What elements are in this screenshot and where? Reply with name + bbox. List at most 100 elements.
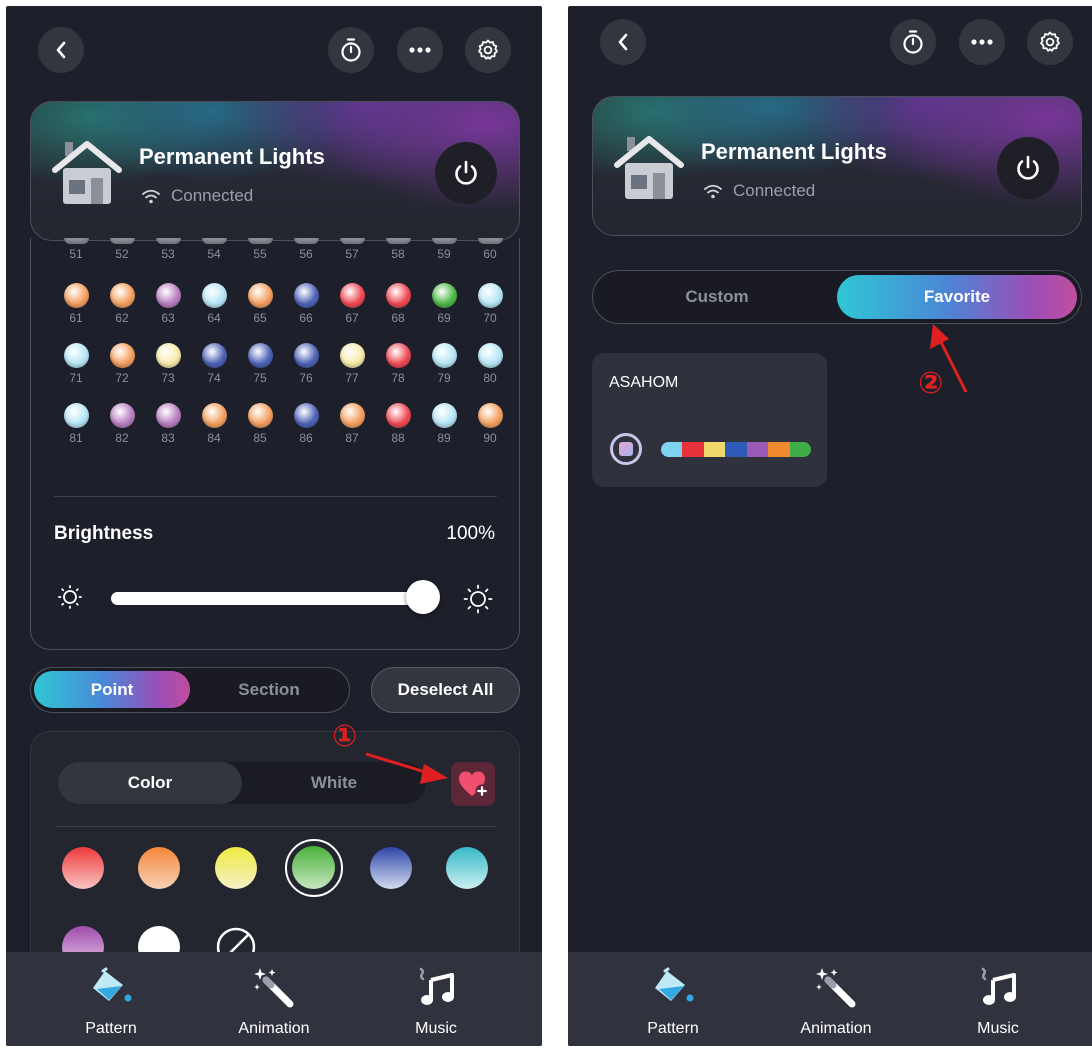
lights-panel: 51 52 53 54 55 56 57 58 59 60 61 62 63 64 65 66 67 68 69 7… [30, 238, 520, 650]
timer-button[interactable] [890, 19, 936, 65]
favorite-card[interactable]: ASAHOM [592, 353, 827, 487]
favorite-select-icon[interactable] [610, 433, 642, 465]
settings-button[interactable] [465, 27, 511, 73]
bulb[interactable]: 87 [329, 403, 375, 445]
color-tab[interactable]: Color [58, 762, 242, 804]
bulb[interactable]: 58 [375, 238, 421, 261]
brightness-slider-track[interactable] [111, 592, 436, 605]
bulb[interactable]: 55 [237, 238, 283, 261]
bulb-number: 87 [345, 431, 359, 445]
bulb[interactable]: 76 [283, 343, 329, 385]
swatch-green-selected[interactable] [285, 839, 343, 897]
color-segment [789, 442, 811, 457]
bulb[interactable]: 62 [99, 283, 145, 325]
swatch-yellow[interactable] [215, 847, 257, 889]
bulb[interactable]: 71 [53, 343, 99, 385]
more-button[interactable] [397, 27, 443, 73]
nav-music[interactable]: Music [928, 952, 1068, 1046]
bulb[interactable]: 85 [237, 403, 283, 445]
point-tab[interactable]: Point [34, 671, 190, 708]
bulb[interactable]: 74 [191, 343, 237, 385]
bottom-nav: Pattern Animation Music [6, 952, 542, 1046]
bulb[interactable]: 73 [145, 343, 191, 385]
custom-tab[interactable]: Custom [597, 275, 837, 319]
bulb[interactable]: 66 [283, 283, 329, 325]
bulb-dot [431, 283, 457, 308]
bulb[interactable]: 61 [53, 283, 99, 325]
deselect-all-button[interactable]: Deselect All [371, 667, 520, 713]
bulb-number: 66 [299, 311, 313, 325]
power-button[interactable] [435, 142, 497, 204]
bulb[interactable]: 90 [467, 403, 513, 445]
bulb-number: 65 [253, 311, 267, 325]
bulb[interactable]: 81 [53, 403, 99, 445]
music-note-icon [419, 967, 454, 1005]
bulb[interactable]: 52 [99, 238, 145, 261]
bulb-dot [63, 283, 89, 308]
timer-button[interactable] [328, 27, 374, 73]
settings-button[interactable] [1027, 19, 1073, 65]
color-segment [703, 442, 726, 457]
bulb[interactable]: 77 [329, 343, 375, 385]
bulb-dot [431, 403, 457, 428]
power-button[interactable] [997, 137, 1059, 199]
bulb[interactable]: 86 [283, 403, 329, 445]
bulb[interactable]: 65 [237, 283, 283, 325]
section-tab[interactable]: Section [191, 671, 347, 708]
bulb-number: 55 [253, 247, 267, 261]
nav-animation-label: Animation [800, 1020, 872, 1037]
back-button[interactable] [600, 19, 646, 65]
swatch-red[interactable] [62, 847, 104, 889]
bulb[interactable]: 80 [467, 343, 513, 385]
nav-animation[interactable]: Animation [766, 952, 906, 1046]
white-tab[interactable]: White [242, 762, 426, 804]
bulb[interactable]: 84 [191, 403, 237, 445]
bulb[interactable]: 78 [375, 343, 421, 385]
swatch-orange[interactable] [138, 847, 180, 889]
chevron-left-icon [618, 33, 628, 51]
bulb[interactable]: 53 [145, 238, 191, 261]
swatch-teal[interactable] [446, 847, 488, 889]
bulb-number: 80 [483, 371, 497, 385]
nav-animation[interactable]: Animation [204, 952, 344, 1046]
bulb-number: 59 [437, 247, 451, 261]
bulb-dot [109, 343, 135, 368]
annotation-marker-1: ① [332, 719, 358, 754]
bulb-dot [247, 238, 273, 244]
left-screen: Permanent Lights Connected 51 52 53 54 55 56 5… [6, 6, 542, 1046]
bulb[interactable]: 69 [421, 283, 467, 325]
nav-pattern[interactable]: Pattern [41, 952, 181, 1046]
bulb-dot [385, 283, 411, 308]
bulb[interactable]: 70 [467, 283, 513, 325]
back-button[interactable] [38, 27, 84, 73]
bulb[interactable]: 79 [421, 343, 467, 385]
point-section-toggle: Point Section [30, 667, 350, 713]
bulb[interactable]: 63 [145, 283, 191, 325]
bulb[interactable]: 89 [421, 403, 467, 445]
nav-pattern[interactable]: Pattern [603, 952, 743, 1046]
bulb-number: 64 [207, 311, 221, 325]
bulb[interactable]: 68 [375, 283, 421, 325]
brightness-slider-knob[interactable] [406, 580, 440, 614]
bulb[interactable]: 57 [329, 238, 375, 261]
bulb[interactable]: 56 [283, 238, 329, 261]
bulb[interactable]: 72 [99, 343, 145, 385]
bulb[interactable]: 59 [421, 238, 467, 261]
bulb[interactable]: 51 [53, 238, 99, 261]
bulb-number: 58 [391, 247, 405, 261]
bulb[interactable]: 64 [191, 283, 237, 325]
bulb[interactable]: 88 [375, 403, 421, 445]
wifi-icon [142, 189, 160, 203]
bulb[interactable]: 83 [145, 403, 191, 445]
bulb[interactable]: 75 [237, 343, 283, 385]
favorite-tab[interactable]: Favorite [837, 275, 1077, 319]
bulb[interactable]: 67 [329, 283, 375, 325]
swatch-blue[interactable] [370, 847, 412, 889]
more-button[interactable] [959, 19, 1005, 65]
bulb[interactable]: 82 [99, 403, 145, 445]
nav-music[interactable]: Music [366, 952, 506, 1046]
bulb-dot [477, 283, 503, 308]
bulb[interactable]: 60 [467, 238, 513, 261]
bulb[interactable]: 54 [191, 238, 237, 261]
add-favorite-button[interactable] [451, 762, 495, 806]
